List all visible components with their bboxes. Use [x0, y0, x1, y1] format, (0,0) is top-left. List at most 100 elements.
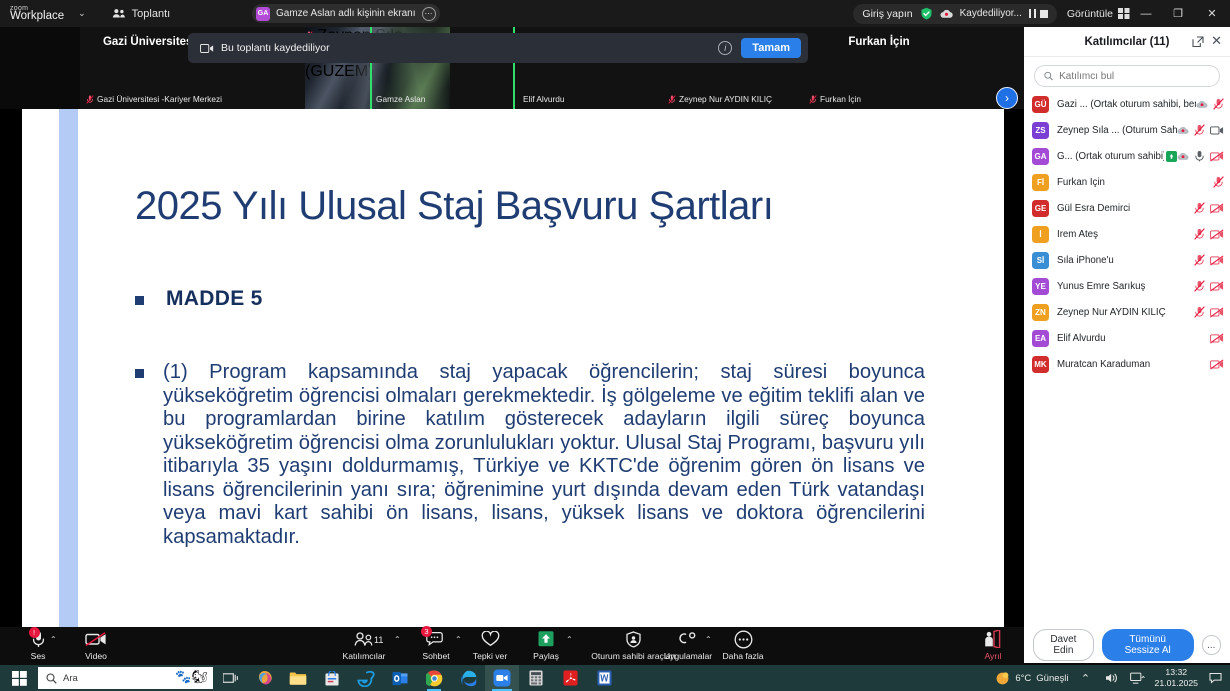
signin-button[interactable]: Giriş yapın — [862, 8, 912, 20]
participant-row[interactable]: GE Gül Esra Demirci — [1024, 195, 1230, 221]
participants-more-button[interactable]: ... — [1201, 635, 1221, 655]
participants-chevron-icon[interactable]: ⌃ — [394, 635, 401, 644]
recording-camera-icon — [200, 43, 214, 53]
mic-off-icon[interactable] — [1213, 176, 1224, 188]
camera-off-icon[interactable] — [1210, 359, 1224, 370]
video-tile[interactable]: Furkan İçin Furkan İçin — [803, 27, 955, 109]
chevron-down-icon[interactable]: ⌄ — [78, 8, 86, 19]
participant-row[interactable]: GÜ Gazi ... (Ortak oturum sahibi, ben) — [1024, 91, 1230, 117]
zoom-icon[interactable] — [485, 665, 519, 691]
participant-row[interactable]: ZN Zeynep Nur AYDIN KILIÇ — [1024, 299, 1230, 325]
mic-off-icon[interactable] — [1194, 124, 1205, 136]
windows-logo-icon — [11, 670, 27, 686]
taskbar-search[interactable]: Ara 🐾🐿 — [38, 667, 213, 689]
acrobat-reader-icon[interactable] — [553, 665, 587, 691]
restore-button[interactable]: ❐ — [1162, 0, 1194, 27]
camera-off-icon[interactable] — [1210, 151, 1224, 162]
tile-name-text: Gamze Aslan — [376, 94, 426, 104]
tile-name-text: Gazi Üniversitesi -Kariyer Merkezi — [97, 94, 222, 104]
mic-off-icon[interactable] — [1194, 228, 1205, 240]
internet-explorer-icon[interactable] — [349, 665, 383, 691]
mute-all-button[interactable]: Tümünü Sessize Al — [1101, 629, 1194, 661]
share-screen-button[interactable]: Paylaş — [513, 629, 579, 661]
volume-icon[interactable] — [1103, 672, 1121, 684]
participant-row[interactable]: Fİ Furkan İçin — [1024, 169, 1230, 195]
start-button[interactable] — [0, 670, 38, 686]
mic-off-icon[interactable] — [1213, 98, 1224, 110]
audio-button[interactable]: ! Ses — [5, 627, 71, 661]
mic-off-icon[interactable] — [1194, 280, 1205, 292]
presentation-slide[interactable]: 2025 Yılı Ulusal Staj Başvuru Şartları M… — [22, 109, 1004, 627]
shield-icon[interactable] — [920, 7, 933, 20]
participant-name: İrem Ateş — [1057, 228, 1098, 240]
share-more-icon[interactable]: ⋯ — [421, 6, 436, 21]
participant-row[interactable]: YE Yunus Emre Sarıkuş — [1024, 273, 1230, 299]
stop-recording-icon[interactable] — [1039, 9, 1048, 18]
share-chevron-icon[interactable]: ⌃ — [566, 635, 573, 644]
people-icon — [112, 9, 125, 18]
mic-on-icon[interactable] — [1194, 150, 1205, 162]
participant-avatar: GÜ — [1032, 95, 1049, 113]
participant-list: GÜ Gazi ... (Ortak oturum sahibi, ben) ZS Z… — [1024, 91, 1230, 377]
mic-off-icon[interactable] — [1194, 202, 1205, 214]
participant-avatar: Fİ — [1032, 173, 1049, 191]
weather-widget[interactable]: 6°C Güneşli — [995, 671, 1069, 686]
invite-button[interactable]: Davet Edin — [1033, 629, 1094, 661]
pause-recording-icon[interactable] — [1028, 9, 1037, 18]
participant-row[interactable]: İ İrem Ateş — [1024, 221, 1230, 247]
network-icon[interactable] — [1129, 672, 1147, 685]
chrome-icon[interactable] — [417, 665, 451, 691]
word-icon[interactable] — [587, 665, 621, 691]
filmstrip-next-button[interactable]: › — [996, 87, 1018, 109]
participants-panel-title: Katılımcılar (11) — [1084, 35, 1170, 48]
video-tile-bottom-name: Zeynep Nur AYDIN KILIÇ — [668, 94, 772, 104]
participant-row[interactable]: EA Elif Alvurdu — [1024, 325, 1230, 351]
more-button[interactable]: Daha fazla — [710, 629, 776, 661]
camera-off-icon[interactable] — [1210, 203, 1224, 214]
tile-name-text: Furkan İçin — [820, 94, 862, 104]
camera-off-icon[interactable] — [1210, 307, 1224, 318]
leave-meeting-button[interactable]: Ayrıl — [960, 629, 1026, 661]
participant-avatar: ZN — [1032, 303, 1049, 321]
minimize-button[interactable]: — — [1130, 0, 1162, 27]
screen-share-indicator[interactable]: GA Gamze Aslan adlı kişinin ekranı ⋯ — [252, 4, 440, 23]
camera-off-icon[interactable] — [1210, 333, 1224, 344]
participant-row[interactable]: ZS Zeynep Sıla ... (Oturum Sahibi) — [1024, 117, 1230, 143]
outlook-icon[interactable] — [383, 665, 417, 691]
camera-on-icon[interactable] — [1210, 125, 1224, 136]
camera-off-icon[interactable] — [1210, 281, 1224, 292]
participants-button[interactable]: Katılımcılar — [331, 629, 397, 661]
participant-search[interactable] — [1034, 65, 1220, 87]
microsoft-store-icon[interactable] — [315, 665, 349, 691]
participant-row[interactable]: Sİ Sıla iPhone'u — [1024, 247, 1230, 273]
mic-off-icon[interactable] — [1194, 306, 1205, 318]
cloud-recording-icon — [1177, 152, 1189, 160]
calculator-icon[interactable] — [519, 665, 553, 691]
participants-panel-header: Katılımcılar (11) ✕ — [1024, 27, 1230, 57]
mic-off-icon[interactable] — [1194, 254, 1205, 266]
participant-row[interactable]: GA G... (Ortak oturum sahibi) — [1024, 143, 1230, 169]
participant-row[interactable]: MK Muratcan Karaduman — [1024, 351, 1230, 377]
notifications-icon[interactable] — [1206, 672, 1224, 684]
edge-icon[interactable] — [451, 665, 485, 691]
camera-off-icon[interactable] — [1210, 229, 1224, 240]
info-icon[interactable]: i — [718, 41, 733, 55]
popout-icon[interactable] — [1192, 35, 1204, 53]
participant-avatar: İ — [1032, 225, 1049, 243]
taskbar-clock[interactable]: 13:32 21.01.2025 — [1155, 667, 1198, 688]
close-button[interactable]: ✕ — [1194, 0, 1230, 27]
search-input[interactable] — [1059, 70, 1210, 82]
file-explorer-icon[interactable] — [281, 665, 315, 691]
audio-chevron-icon[interactable]: ⌃ — [50, 635, 57, 644]
video-button[interactable]: Video — [63, 629, 129, 661]
meetings-tab[interactable]: Toplantı — [112, 8, 170, 20]
copilot-icon[interactable] — [247, 665, 281, 691]
task-view-icon[interactable] — [213, 665, 247, 691]
camera-off-icon[interactable] — [1210, 255, 1224, 266]
close-panel-icon[interactable]: ✕ — [1211, 34, 1222, 47]
view-button[interactable]: Görüntüle — [1067, 8, 1130, 20]
recording-controls[interactable] — [1028, 9, 1048, 18]
tray-expand-icon[interactable]: ⌃ — [1077, 672, 1095, 685]
recording-ok-button[interactable]: Tamam — [741, 38, 801, 58]
video-tile-bottom-name: Gazi Üniversitesi -Kariyer Merkezi — [86, 94, 222, 104]
